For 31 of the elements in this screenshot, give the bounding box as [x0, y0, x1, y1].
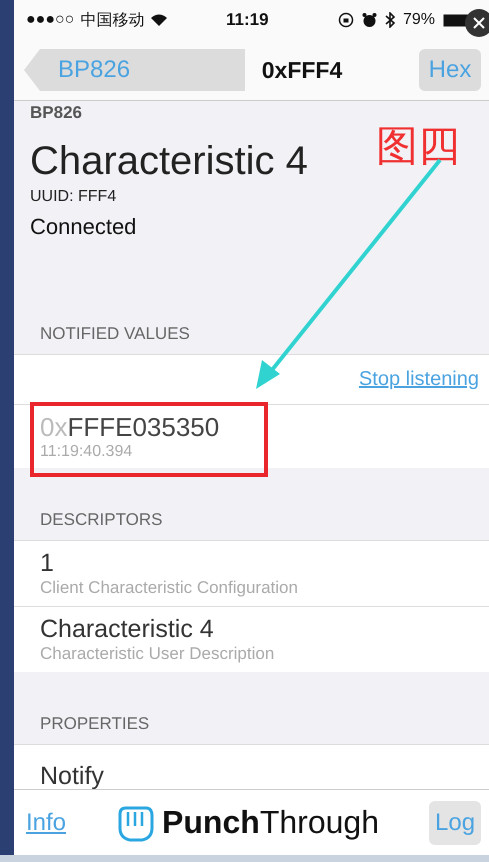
battery-percentage: 79% [402, 11, 435, 29]
rotation-lock-icon [338, 12, 354, 28]
battery-icon [443, 14, 469, 26]
characteristic-title: Characteristic 4 [30, 139, 308, 184]
value-timestamp: 11:19:40.394 [40, 443, 134, 461]
section-heading: DESCRIPTORS [40, 510, 162, 530]
nav-title: 0xFFF4 [260, 56, 344, 84]
back-button[interactable]: BP826 [24, 49, 245, 91]
info-link[interactable]: Info [26, 808, 66, 836]
device-name: BP826 [30, 103, 82, 123]
stop-listening-link[interactable]: Stop listening [358, 368, 479, 391]
signal-strength: ●●●○○ [26, 11, 74, 29]
close-icon[interactable] [464, 8, 489, 38]
descriptor-description: Characteristic User Description [40, 644, 276, 664]
status-time: 11:19 [226, 10, 270, 30]
descriptor-description: Client Characteristic Configuration [40, 578, 299, 598]
notified-value: 0xFFFE035350 [40, 412, 220, 443]
uuid-label: UUID: FFF4 [30, 188, 116, 206]
descriptor-value: 1 [40, 549, 55, 578]
bluetooth-icon [384, 12, 395, 28]
annotation-label: 图四 [376, 120, 460, 172]
carrier-name: 中国移动 [80, 10, 144, 30]
section-heading: NOTIFIED VALUES [40, 324, 190, 344]
hex-button[interactable]: Hex [419, 49, 481, 91]
brand-logo-text: PunchThrough [162, 804, 379, 841]
connection-status: Connected [30, 214, 136, 240]
property-label: Notify [40, 764, 104, 789]
log-button[interactable]: Log [429, 800, 481, 844]
descriptor-value: Characteristic 4 [40, 615, 215, 644]
section-heading: PROPERTIES [40, 714, 150, 734]
wifi-icon [150, 13, 168, 27]
